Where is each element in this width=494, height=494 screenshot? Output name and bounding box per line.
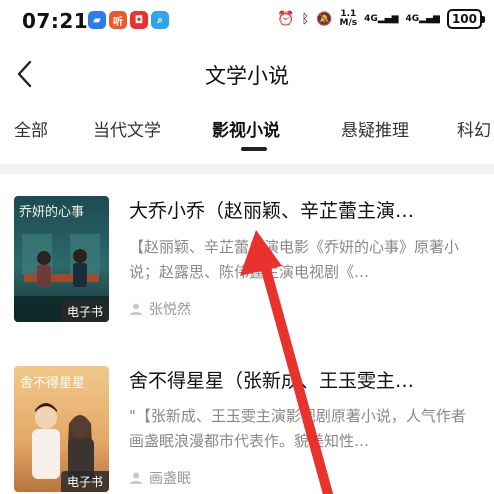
signal-label: 4G — [364, 14, 378, 24]
app-notification-icon: ◘ — [130, 11, 148, 29]
cover-title: 乔妍的心事 — [19, 205, 85, 220]
book-description: "【张新成、王玉雯主演影视剧原著小说，人气作者画盏眠浪漫都市代表作。貌美知性… — [129, 407, 466, 450]
app-notification-icon: 听 — [109, 11, 127, 29]
mute-icon: 🔕 — [316, 11, 333, 27]
book-description: 【赵丽颖、辛芷蕾主演电影《乔妍的心事》原著小说；赵露思、陈伟霆主演电视剧《… — [129, 238, 460, 281]
book-item[interactable]: 舍不得星星 电子书 舍不得星星（张新成、王玉雯主… "【张新成、王玉雯主演影视剧… — [0, 366, 494, 494]
ebook-badge: 电子书 — [60, 301, 109, 322]
author-name: 画盏眠 — [149, 471, 191, 487]
status-bar: 07:21 ▰ 听 ◘ ⌕ ⏰ ᛒ 🔕 1.1 M/s 4G▂▄▆ 4G▂▄▆ … — [0, 0, 494, 42]
status-time: 07:21 — [22, 9, 89, 33]
tab-film-novels[interactable]: 影视小说 — [212, 116, 280, 141]
network-speed-unit: M/s — [339, 18, 358, 28]
signal-icon: 4G▂▄▆ — [405, 14, 440, 24]
system-icons: ⏰ ᛒ 🔕 1.1 M/s 4G▂▄▆ 4G▂▄▆ 100 — [277, 9, 486, 29]
alarm-icon: ⏰ — [277, 11, 295, 27]
book-title: 舍不得星星（张新成、王玉雯主… — [129, 370, 415, 392]
search-app-icon: ⌕ — [151, 11, 169, 29]
notification-icons: ▰ 听 ◘ ⌕ — [88, 11, 169, 29]
person-icon — [130, 303, 142, 315]
book-title: 大乔小乔（赵丽颖、辛芷蕾主演… — [129, 200, 415, 222]
book-cover: 舍不得星星 电子书 — [14, 366, 109, 492]
page-title: 文学小说 — [205, 64, 289, 88]
bluetooth-icon: ᛒ — [301, 11, 310, 27]
signal-label: 4G — [405, 14, 420, 24]
network-speed: 1.1 M/s — [339, 10, 357, 28]
tab-all[interactable]: 全部 — [14, 116, 48, 141]
book-author: 张悦然 — [129, 299, 191, 319]
book-item[interactable]: 乔妍的心事 电子书 大乔小乔（赵丽颖、辛芷蕾主演… 【赵丽颖、辛芷蕾主演电影《乔… — [0, 196, 494, 331]
book-author: 画盏眠 — [129, 468, 191, 488]
battery-icon: 100 — [446, 9, 486, 29]
app-notification-icon: ▰ — [88, 11, 106, 29]
tab-contemporary[interactable]: 当代文学 — [93, 116, 161, 141]
category-tabs: 全部 当代文学 影视小说 悬疑推理 科幻 — [0, 104, 494, 154]
ebook-badge: 电子书 — [60, 471, 109, 492]
tab-mystery[interactable]: 悬疑推理 — [341, 116, 409, 141]
signal-icon: 4G▂▄▆ — [364, 14, 399, 24]
person-icon — [130, 472, 142, 484]
cover-title: 舍不得星星 — [20, 376, 86, 391]
tab-indicator — [241, 147, 267, 151]
section-divider — [0, 164, 494, 174]
author-name: 张悦然 — [149, 302, 191, 318]
title-bar: 文学小说 — [0, 52, 494, 96]
tab-scifi[interactable]: 科幻 — [457, 116, 491, 141]
book-cover: 乔妍的心事 电子书 — [14, 196, 109, 322]
